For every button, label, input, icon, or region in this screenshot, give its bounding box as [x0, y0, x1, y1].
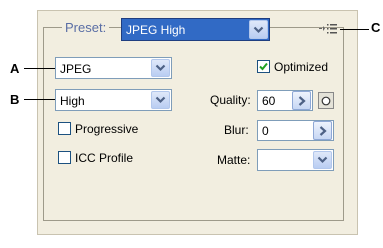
progressive-checkbox[interactable]: [58, 122, 71, 135]
chevron-down-icon[interactable]: [249, 20, 268, 39]
optimized-label: Optimized: [274, 60, 329, 74]
chevron-down-icon[interactable]: [151, 59, 170, 77]
preset-dropdown[interactable]: JPEG High: [121, 18, 270, 41]
preset-label: Preset:: [62, 19, 110, 36]
icc-profile-label: ICC Profile: [75, 151, 134, 165]
checkmark-icon: [259, 62, 268, 71]
blur-field[interactable]: 0: [257, 120, 334, 141]
callout-a-label: A: [10, 61, 20, 76]
compression-quality-value: High: [60, 94, 85, 108]
chevron-down-icon[interactable]: [313, 151, 332, 169]
quality-value: 60: [262, 94, 276, 108]
panel-menu-icon[interactable]: [319, 22, 339, 36]
quality-field[interactable]: 60: [257, 90, 313, 111]
arrow-right-icon: [298, 95, 306, 106]
progressive-label: Progressive: [75, 122, 139, 136]
optimized-checkbox[interactable]: [257, 60, 270, 73]
chevron-down-icon[interactable]: [151, 91, 170, 109]
callout-a-line: [24, 68, 55, 69]
blur-slider-button[interactable]: [313, 121, 332, 140]
quality-mask-button[interactable]: [318, 92, 334, 109]
matte-dropdown[interactable]: [257, 149, 334, 171]
arrow-right-icon: [319, 125, 327, 136]
quality-label: Quality:: [210, 93, 251, 107]
blur-value: 0: [262, 124, 269, 138]
blur-label: Blur:: [224, 123, 249, 137]
matte-label: Matte:: [217, 153, 251, 167]
icc-profile-checkbox[interactable]: [58, 151, 71, 164]
quality-slider-button[interactable]: [292, 91, 311, 110]
compression-quality-dropdown[interactable]: High: [55, 89, 172, 111]
callout-b-label: B: [10, 92, 20, 107]
callout-c-line: [340, 29, 369, 30]
preset-value: JPEG High: [126, 23, 186, 37]
mask-icon: [321, 96, 331, 105]
format-dropdown[interactable]: JPEG: [55, 57, 172, 79]
callout-c-label: C: [371, 20, 381, 35]
format-value: JPEG: [60, 62, 92, 76]
callout-b-line: [24, 99, 55, 100]
